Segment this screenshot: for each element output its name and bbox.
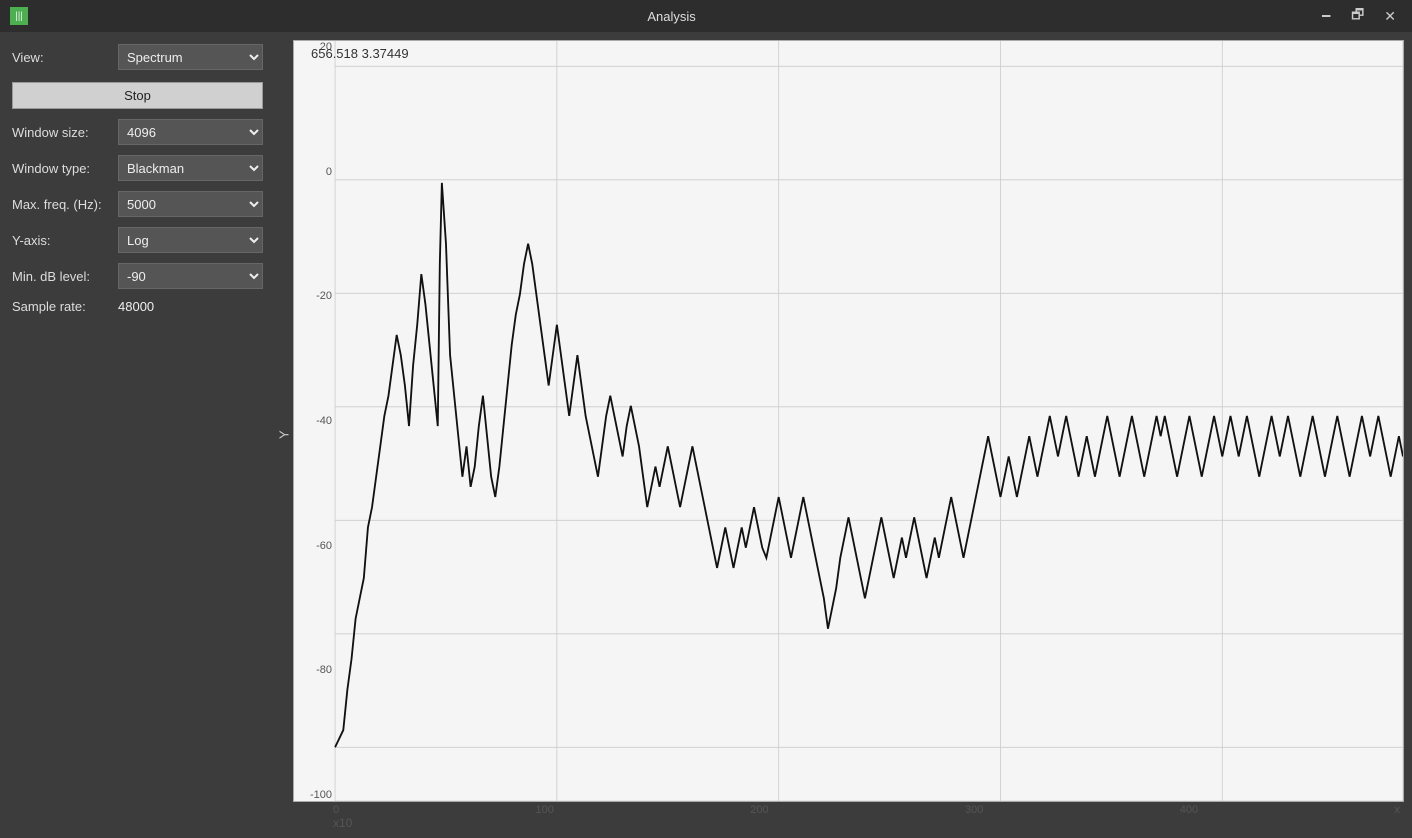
sample-rate-row: Sample rate: 48000 <box>12 299 263 314</box>
min-db-select[interactable]: -60 -70 -80 -90 -100 <box>118 263 263 289</box>
y-axis-row: Y-axis: Log Linear <box>12 227 263 253</box>
stop-button[interactable]: Stop <box>12 82 263 109</box>
window-size-select[interactable]: 512 1024 2048 4096 8192 <box>118 119 263 145</box>
x-tick-300: 300 <box>965 804 983 816</box>
view-label: View: <box>12 50 112 65</box>
x-tick-0: 0 <box>333 804 339 816</box>
app-icon: ||| <box>10 7 28 25</box>
window-type-label: Window type: <box>12 161 112 176</box>
x-axis-char: x <box>1394 804 1400 816</box>
x-axis-row: 0 100 200 300 400 x x10 <box>293 804 1404 830</box>
window-type-select[interactable]: Rectangular Hamming Hann Blackman <box>118 155 263 181</box>
y-axis-select[interactable]: Log Linear <box>118 227 263 253</box>
y-axis-label: Y-axis: <box>12 233 112 248</box>
maximize-button[interactable]: 🗗 <box>1345 2 1370 30</box>
main-content: View: Spectrum Waveform Spectrogram Stop… <box>0 32 1412 838</box>
x-label-row: x10 <box>293 816 1404 830</box>
chart-with-axes: 20 0 -20 -40 -60 -80 -100 <box>293 40 1404 830</box>
min-db-row: Min. dB level: -60 -70 -80 -90 -100 <box>12 263 263 289</box>
max-freq-row: Max. freq. (Hz): 1000 2000 5000 10000 20… <box>12 191 263 217</box>
x-tick-100: 100 <box>536 804 554 816</box>
x-tick-200: 200 <box>750 804 768 816</box>
max-freq-label: Max. freq. (Hz): <box>12 197 112 212</box>
chart-container: 656.518 3.37449 Y 20 0 -20 -40 -60 -80 -… <box>275 40 1404 830</box>
view-select[interactable]: Spectrum Waveform Spectrogram <box>118 44 263 70</box>
spectrum-plot <box>294 41 1403 801</box>
view-row: View: Spectrum Waveform Spectrogram <box>12 44 263 70</box>
titlebar-left: ||| <box>10 7 28 25</box>
window-size-label: Window size: <box>12 125 112 140</box>
titlebar: ||| Analysis 🗕 🗗 ✕ <box>0 0 1412 32</box>
titlebar-title: Analysis <box>28 9 1315 24</box>
titlebar-controls: 🗕 🗗 ✕ <box>1315 2 1402 30</box>
x-ticks: 0 100 200 300 400 x <box>293 804 1404 816</box>
close-button[interactable]: ✕ <box>1378 2 1402 30</box>
y-axis-char: Y <box>275 40 293 830</box>
minimize-button[interactable]: 🗕 <box>1315 2 1337 30</box>
max-freq-select[interactable]: 1000 2000 5000 10000 20000 24000 <box>118 191 263 217</box>
x-tick-400: 400 <box>1180 804 1198 816</box>
sidebar: View: Spectrum Waveform Spectrogram Stop… <box>0 32 275 838</box>
chart-plot-area[interactable]: 20 0 -20 -40 -60 -80 -100 <box>293 40 1404 802</box>
x-unit: x10 <box>333 816 352 830</box>
sample-rate-label: Sample rate: <box>12 299 112 314</box>
min-db-label: Min. dB level: <box>12 269 112 284</box>
window-type-row: Window type: Rectangular Hamming Hann Bl… <box>12 155 263 181</box>
chart-area: 656.518 3.37449 Y 20 0 -20 -40 -60 -80 -… <box>275 32 1412 838</box>
chart-inner: Y 20 0 -20 -40 -60 -80 -100 <box>275 40 1404 830</box>
window-size-row: Window size: 512 1024 2048 4096 8192 <box>12 119 263 145</box>
sample-rate-value: 48000 <box>118 299 154 314</box>
